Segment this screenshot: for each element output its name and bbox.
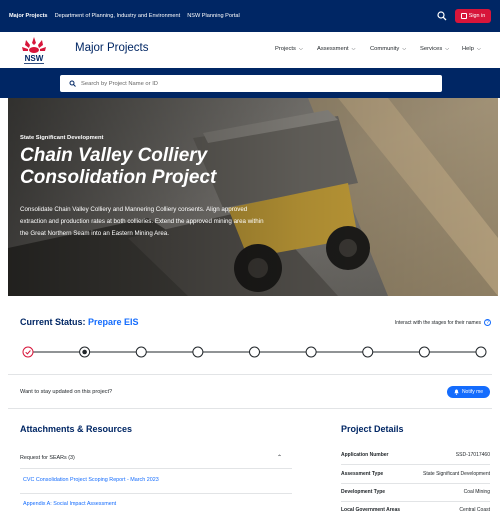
sign-in-button[interactable]: Sign in — [455, 9, 491, 23]
detail-row: Application Number SSD-17017460 — [341, 452, 490, 458]
site-title[interactable]: Major Projects — [75, 42, 149, 54]
search-icon — [69, 80, 76, 87]
topbar-link-major-projects[interactable]: Major Projects — [9, 13, 48, 19]
detail-key: Assessment Type — [341, 471, 384, 477]
status-step[interactable] — [418, 346, 430, 358]
chevron-down-icon: ⌵ — [351, 46, 356, 52]
current-step-dot — [82, 349, 87, 355]
main-nav: Projects ⌵ Assessment ⌵ Community ⌵ Service… — [275, 46, 481, 52]
nav-label: Assessment — [317, 46, 349, 52]
accordion-label: Request for SEARs (3) — [20, 455, 75, 461]
divider — [341, 501, 490, 502]
logo-text: NSW — [25, 54, 44, 63]
detail-value: Coal Mining — [463, 489, 490, 495]
detail-row: Local Government Areas Central Coast — [341, 507, 490, 513]
status-step[interactable] — [192, 346, 204, 358]
chevron-up-icon: ⌃ — [276, 455, 282, 461]
current-status-heading: Current Status: Prepare EIS — [20, 317, 139, 327]
help-icon[interactable]: ? — [484, 319, 491, 326]
search-icon[interactable] — [436, 10, 448, 22]
notify-prompt: Want to stay updated on this project? — [20, 389, 113, 395]
status-label: Current Status: — [20, 317, 86, 327]
chevron-down-icon: ⌵ — [476, 46, 481, 52]
nav-item-projects[interactable]: Projects ⌵ — [275, 46, 317, 52]
search-bar — [0, 68, 500, 98]
search-input[interactable] — [81, 80, 421, 87]
nav-item-community[interactable]: Community ⌵ — [370, 46, 420, 52]
attachment-link[interactable]: Appendix A: Social Impact Assessment — [23, 501, 116, 507]
hero-image — [8, 98, 498, 296]
status-step[interactable] — [475, 346, 487, 358]
bell-icon — [454, 389, 459, 395]
nav-label: Community — [370, 46, 400, 52]
status-step[interactable] — [249, 346, 260, 358]
divider — [8, 408, 492, 409]
detail-key: Application Number — [341, 452, 389, 458]
divider — [8, 374, 492, 375]
stage-hint-text: Interact with the stages for their names — [394, 319, 481, 326]
status-stepper — [22, 346, 487, 358]
detail-value: SSD-17017460 — [455, 452, 490, 458]
detail-row: Assessment Type State Significant Develo… — [341, 471, 490, 477]
divider — [20, 468, 292, 469]
top-utility-bar: Major Projects Department of Planning, I… — [0, 0, 500, 32]
chevron-down-icon: ⌵ — [445, 46, 450, 52]
sign-in-label: Sign in — [468, 13, 486, 19]
chevron-down-icon: ⌵ — [298, 46, 303, 52]
nav-item-help[interactable]: Help ⌵ — [462, 46, 481, 52]
stage-hint: Interact with the stages for their names… — [395, 319, 491, 326]
nav-label: Projects — [275, 46, 296, 52]
search-box[interactable] — [60, 75, 442, 92]
detail-value: State Significant Development — [423, 471, 490, 477]
status-step[interactable] — [79, 346, 91, 358]
project-details-heading: Project Details — [341, 424, 404, 434]
nav-item-services[interactable]: Services ⌵ — [420, 46, 462, 52]
site-header: NSW Major Projects Projects ⌵ Assessment ⌵… — [0, 32, 500, 68]
topbar-link-department[interactable]: Department of Planning, Industry and Env… — [55, 13, 181, 19]
detail-key: Development Type — [341, 489, 386, 495]
page-title: Chain Valley Colliery Consolidation Proj… — [20, 145, 217, 188]
accordion-request-for-sears[interactable]: Request for SEARs (3) ⌃ — [20, 450, 292, 466]
detail-row: Development Type Coal Mining — [341, 489, 490, 495]
divider — [20, 493, 292, 494]
status-step[interactable] — [135, 346, 147, 358]
status-step[interactable] — [22, 346, 34, 358]
divider — [341, 483, 490, 484]
detail-key: Local Government Areas — [341, 507, 401, 513]
chevron-down-icon: ⌵ — [402, 46, 407, 52]
nav-label: Services — [420, 46, 443, 52]
hero-description: Consolidate Chain Valley Colliery and Ma… — [20, 206, 264, 237]
status-step[interactable] — [305, 346, 317, 358]
status-value: Prepare EIS — [88, 317, 139, 327]
sign-in-icon — [460, 13, 467, 19]
topbar-link-planning-portal[interactable]: NSW Planning Portal — [187, 13, 240, 19]
notify-me-label: Notify me — [461, 389, 484, 395]
divider — [341, 464, 490, 465]
detail-value: Central Coast — [459, 507, 490, 513]
attachment-link[interactable]: CVC Consolidation Project Scoping Report… — [23, 477, 159, 483]
status-step[interactable] — [362, 346, 374, 358]
nav-label: Help — [462, 46, 474, 52]
hero-eyebrow: State Significant Development — [20, 135, 104, 141]
notify-me-button[interactable]: Notify me — [447, 386, 490, 398]
nsw-logo[interactable]: NSW — [20, 36, 48, 66]
attachments-heading: Attachments & Resources — [20, 424, 133, 434]
hero-banner: State Significant Development Chain Vall… — [8, 98, 498, 296]
nav-item-assessment[interactable]: Assessment ⌵ — [317, 46, 370, 52]
